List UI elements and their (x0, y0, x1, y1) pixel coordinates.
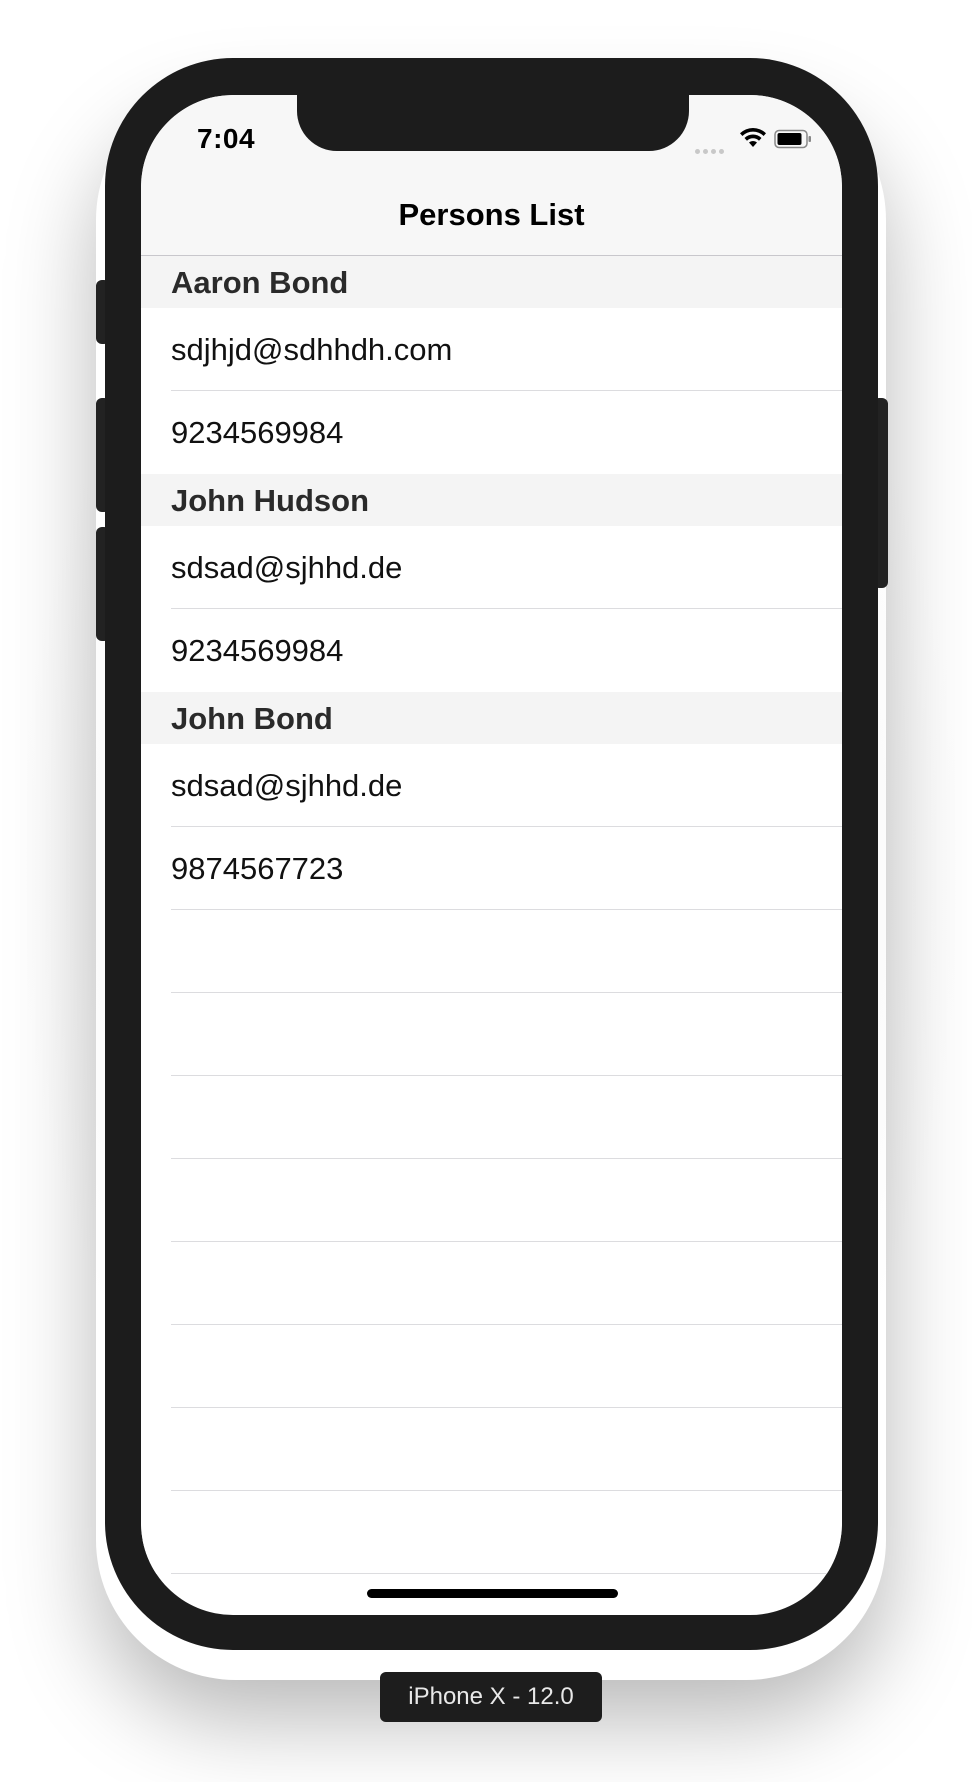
row-email: sdsad@sjhhd.de (171, 768, 403, 803)
section-title: John Bond (171, 701, 333, 736)
row-phone: 9874567723 (171, 851, 344, 886)
section-title: John Hudson (171, 483, 370, 518)
empty-row (141, 1159, 842, 1242)
simulator-stage: 7:04 Persons List Aaron Bond sdjhjd@sdhh… (0, 0, 972, 1782)
section-title: Aaron Bond (171, 265, 349, 300)
section-header-aaron-bond: Aaron Bond (141, 256, 842, 308)
empty-row (141, 1491, 842, 1574)
device-label: iPhone X - 12.0 (380, 1672, 602, 1722)
page-title: Persons List (398, 197, 585, 232)
table-row[interactable]: 9234569984 (141, 391, 842, 474)
table-row[interactable]: 9874567723 (141, 827, 842, 910)
row-phone: 9234569984 (171, 415, 344, 450)
empty-row (141, 1242, 842, 1325)
navigation-bar: Persons List (141, 181, 842, 256)
section-header-john-bond: John Bond (141, 692, 842, 744)
device-screen: 7:04 Persons List Aaron Bond sdjhjd@sdhh… (141, 95, 842, 1615)
status-time: 7:04 (197, 123, 256, 154)
section-header-john-hudson: John Hudson (141, 474, 842, 526)
table-row[interactable]: sdsad@sjhhd.de (141, 744, 842, 827)
persons-table[interactable]: Aaron Bond sdjhjd@sdhhdh.com 9234569984 … (141, 256, 842, 1574)
table-row[interactable]: sdjhjd@sdhhdh.com (141, 308, 842, 391)
cellular-signal-icon (695, 141, 729, 154)
table-row[interactable]: sdsad@sjhhd.de (141, 526, 842, 609)
empty-row (141, 910, 842, 993)
device-notch (297, 95, 689, 151)
row-phone: 9234569984 (171, 633, 344, 668)
row-email: sdjhjd@sdhhdh.com (171, 332, 453, 367)
empty-row (141, 993, 842, 1076)
battery-icon (774, 129, 811, 149)
empty-row (141, 1325, 842, 1408)
table-row[interactable]: 9234569984 (141, 609, 842, 692)
empty-row (141, 1408, 842, 1491)
empty-row (141, 1076, 842, 1159)
wifi-icon (740, 127, 766, 147)
home-indicator[interactable] (367, 1589, 618, 1598)
row-email: sdsad@sjhhd.de (171, 550, 403, 585)
